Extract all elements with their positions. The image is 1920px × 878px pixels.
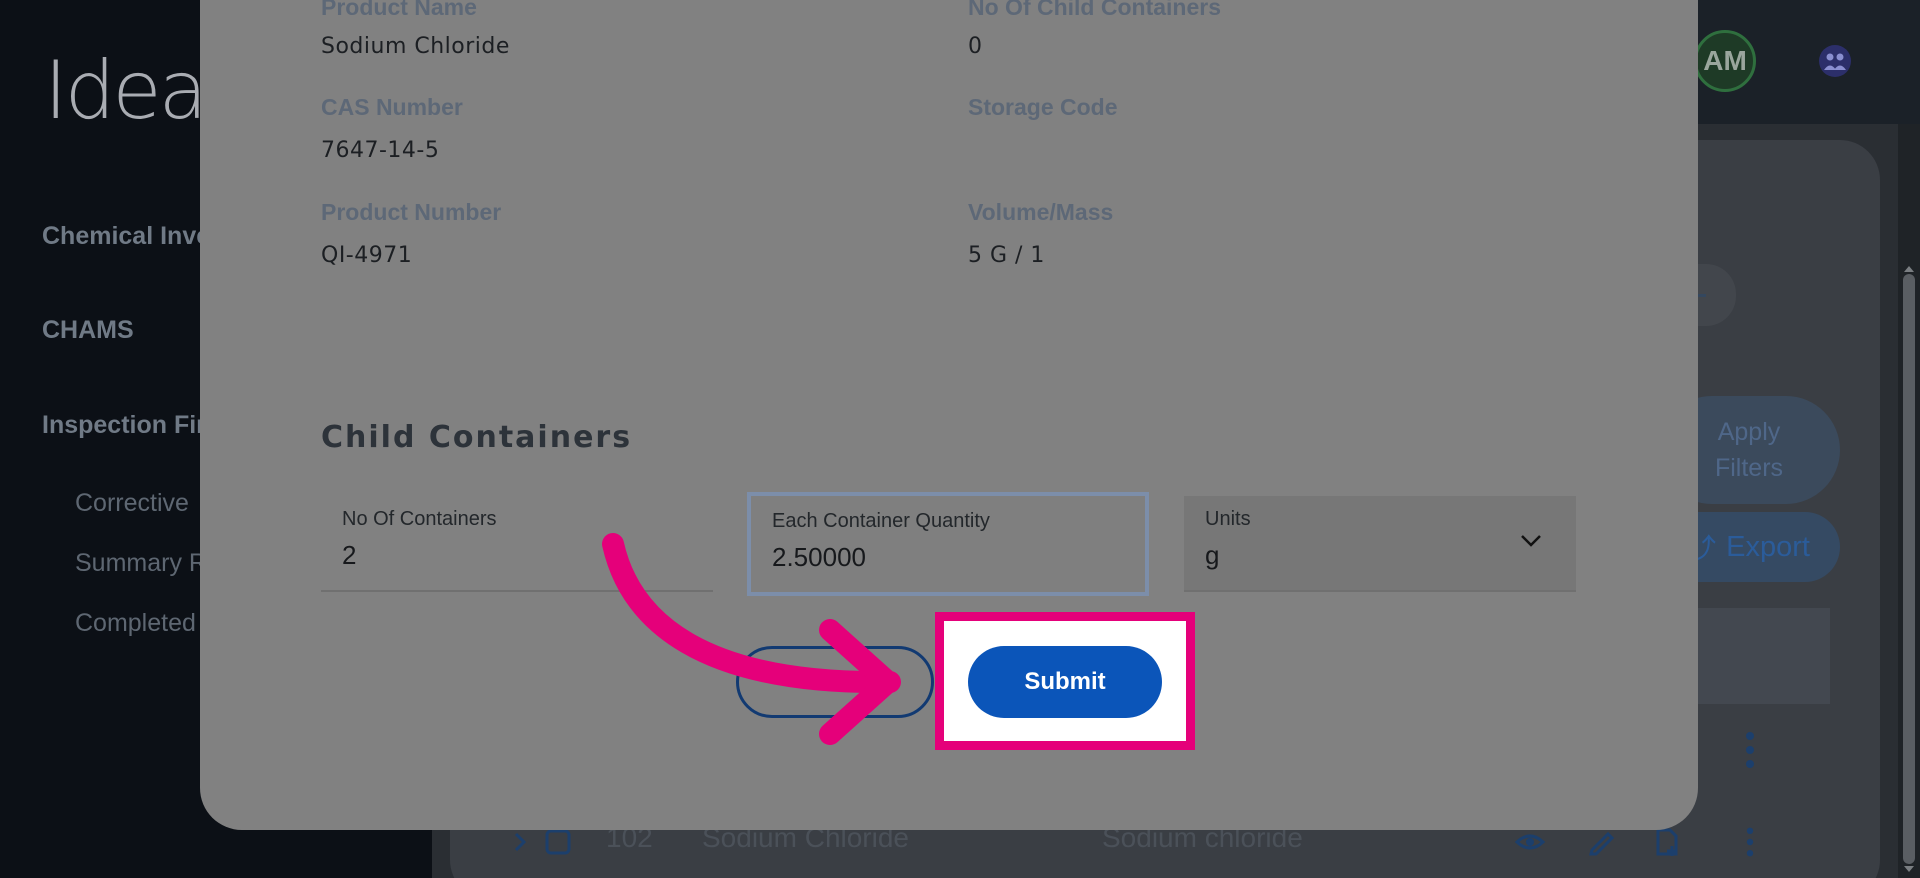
kebab-menu-icon[interactable] xyxy=(1740,826,1760,858)
edit-icon[interactable] xyxy=(1586,826,1618,858)
apply-filters-line2: Filters xyxy=(1714,454,1784,482)
units-value: g xyxy=(1205,540,1220,570)
scroll-up-icon[interactable] xyxy=(1902,262,1916,276)
child-containers-heading: Child Containers xyxy=(321,420,633,455)
submit-button[interactable]: Submit xyxy=(968,646,1162,718)
user-group-icon[interactable] xyxy=(1818,44,1852,78)
chevron-right-icon[interactable] xyxy=(504,826,536,858)
sidebar-subitem-completed[interactable]: Completed xyxy=(75,609,196,638)
child-containers-count-value: 0 xyxy=(968,34,983,59)
scroll-down-icon[interactable] xyxy=(1902,862,1916,876)
checkbox-icon[interactable] xyxy=(542,826,574,858)
sidebar-subitem-corrective[interactable]: Corrective xyxy=(75,489,189,518)
avatar[interactable]: AM xyxy=(1694,30,1756,92)
pointer-arrow-icon xyxy=(602,533,901,745)
containers-count-input[interactable]: 2 xyxy=(342,540,356,571)
kebab-menu-icon[interactable] xyxy=(1740,730,1760,770)
sidebar-item-chemical-inventory[interactable]: Chemical Inve xyxy=(42,222,210,251)
product-number-value: QI-4971 xyxy=(321,243,413,268)
units-label: Units xyxy=(1205,508,1251,530)
volume-mass-label: Volume/Mass xyxy=(968,199,1114,225)
sidebar-subitem-summary[interactable]: Summary R xyxy=(75,549,207,578)
units-select[interactable]: Units g xyxy=(1184,496,1576,592)
cas-number-value: 7647-14-5 xyxy=(321,138,440,163)
containers-count-label: No Of Containers xyxy=(342,508,497,530)
eye-icon[interactable] xyxy=(1514,826,1546,858)
file-add-icon[interactable] xyxy=(1650,826,1682,858)
product-number-label: Product Number xyxy=(321,199,502,225)
app-logo: Idea xyxy=(44,44,208,137)
sidebar-item-chams[interactable]: CHAMS xyxy=(42,316,134,345)
product-name-label: Product Name xyxy=(321,0,477,20)
scrollbar-thumb[interactable] xyxy=(1903,274,1915,864)
storage-code-label: Storage Code xyxy=(968,94,1118,120)
export-label: Export xyxy=(1726,530,1810,563)
cas-number-label: CAS Number xyxy=(321,94,463,120)
product-name-value: Sodium Chloride xyxy=(321,34,510,59)
apply-filters-line1: Apply xyxy=(1717,418,1781,446)
chevron-down-icon[interactable] xyxy=(1520,534,1542,548)
sidebar-item-inspection-findings[interactable]: Inspection Fin xyxy=(42,411,211,440)
volume-mass-value: 5 G / 1 xyxy=(968,243,1045,268)
child-containers-count-label: No Of Child Containers xyxy=(968,0,1221,20)
